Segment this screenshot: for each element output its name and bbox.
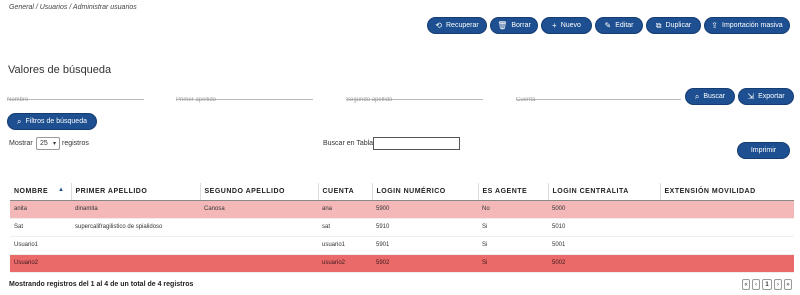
col-extension-movilidad[interactable]: EXTENSIÓN MOVILIDAD <box>660 183 794 201</box>
search-section-title: Valores de búsqueda <box>8 64 112 76</box>
pager-last-button[interactable]: » <box>784 279 792 290</box>
page-size-value: 25 <box>40 140 48 147</box>
cell-login-centralita: 5000 <box>548 200 660 219</box>
pager-prev-button[interactable]: ‹ <box>752 279 760 290</box>
importacion-label: Importación masiva <box>722 22 783 29</box>
col-primer-apellido[interactable]: PRIMER APELLIDO <box>71 183 201 201</box>
restore-icon: ⟲ <box>435 20 442 30</box>
table-header-row: NOMBRE ▲ PRIMER APELLIDO SEGUNDO APELLIDO… <box>10 183 794 201</box>
imprimir-label: Imprimir <box>750 147 777 154</box>
cell-es-agente: No <box>478 200 548 219</box>
plus-icon: + <box>552 20 557 30</box>
pager-next-button[interactable]: › <box>774 279 782 290</box>
primer-apellido-field[interactable] <box>176 97 313 103</box>
nuevo-label: Nuevo <box>560 22 581 29</box>
cell-nombre: anita <box>10 200 71 219</box>
pager-first-button[interactable]: « <box>742 279 750 290</box>
exportar-button[interactable]: ⇲ Exportar <box>738 88 794 105</box>
users-table: NOMBRE ▲ PRIMER APELLIDO SEGUNDO APELLIDO… <box>10 183 794 273</box>
export-icon: ⇲ <box>747 91 755 101</box>
cell-segundo-apellido: Canosa <box>200 200 318 219</box>
mostrar-label: Mostrar <box>9 140 33 147</box>
copy-icon: ⧉ <box>655 20 662 30</box>
buscar-label: Buscar <box>703 93 726 100</box>
primer-apellido-field-wrap <box>176 88 313 103</box>
col-segundo-apellido[interactable]: SEGUNDO APELLIDO <box>200 183 319 201</box>
search-icon: ⌕ <box>17 116 22 126</box>
cuenta-field[interactable] <box>516 97 681 103</box>
cell-login-numerico: 5910 <box>372 218 478 237</box>
col-es-agente[interactable]: ES AGENTE <box>478 183 549 201</box>
cell-cuenta: sat <box>318 218 372 237</box>
cell-primer-apellido <box>71 236 200 255</box>
cell-cuenta: ana <box>318 200 372 219</box>
recuperar-button[interactable]: ⟲ Recuperar <box>427 17 487 34</box>
cell-nombre: Usuario2 <box>10 254 71 273</box>
col-login-centralita[interactable]: LOGIN CENTRALITA <box>548 183 661 201</box>
table-search-input[interactable] <box>373 137 460 150</box>
buscar-button[interactable]: ⌕ Buscar <box>685 88 735 105</box>
table-row[interactable]: Usuario2 usuario2 5902 Si 5002 <box>10 254 794 273</box>
cell-primer-apellido: dinamita <box>71 200 200 219</box>
cell-login-numerico: 5901 <box>372 236 478 255</box>
cell-extension-movilidad <box>660 236 794 255</box>
duplicar-label: Duplicar <box>665 22 692 29</box>
borrar-button[interactable]: 🗑 Borrar <box>490 17 538 34</box>
cuenta-field-wrap <box>516 88 681 103</box>
segundo-apellido-field[interactable] <box>346 97 483 103</box>
editar-button[interactable]: ✎ Editar <box>595 17 643 34</box>
search-icon: ⌕ <box>694 91 700 101</box>
chevron-down-icon: ▾ <box>52 141 56 147</box>
cell-cuenta: usuario1 <box>318 236 372 255</box>
duplicar-button[interactable]: ⧉ Duplicar <box>646 17 701 34</box>
cell-primer-apellido: supercalifragilistico de spialidoso <box>71 218 200 237</box>
cell-login-numerico: 5900 <box>372 200 478 219</box>
col-nombre[interactable]: NOMBRE ▲ <box>10 183 72 201</box>
borrar-label: Borrar <box>511 22 531 29</box>
registros-label: registros <box>62 140 89 147</box>
table-row[interactable]: Sat supercalifragilistico de spialidoso … <box>10 218 794 237</box>
cell-cuenta: usuario2 <box>318 254 372 273</box>
importacion-masiva-button[interactable]: ⇪ Importación masiva <box>704 17 790 34</box>
sort-asc-icon: ▲ <box>58 187 65 193</box>
cell-login-centralita: 5010 <box>548 218 660 237</box>
cell-es-agente: Si <box>478 218 548 237</box>
nombre-field[interactable] <box>7 97 144 103</box>
cell-login-numerico: 5902 <box>372 254 478 273</box>
page-size-select[interactable]: 25 ▾ <box>36 137 60 150</box>
cell-segundo-apellido <box>200 218 318 237</box>
edit-icon: ✎ <box>604 20 612 30</box>
nuevo-button[interactable]: + Nuevo <box>541 17 592 34</box>
upload-icon: ⇪ <box>711 20 718 30</box>
cell-segundo-apellido <box>200 236 318 255</box>
table-row[interactable]: Usuario1 usuario1 5901 Si 5001 <box>10 236 794 255</box>
cell-es-agente: Si <box>478 254 548 273</box>
editar-label: Editar <box>615 22 634 29</box>
cell-extension-movilidad <box>660 218 794 237</box>
cell-extension-movilidad <box>660 200 794 219</box>
filtros-label: Filtros de búsqueda <box>25 118 87 125</box>
segundo-apellido-field-wrap <box>346 88 483 103</box>
table-row[interactable]: anita dinamita Canosa ana 5900 No 5000 <box>10 200 794 219</box>
cell-extension-movilidad <box>660 254 794 273</box>
cell-nombre: Sat <box>10 218 71 237</box>
records-info: Mostrando registros del 1 al 4 de un tot… <box>9 281 194 288</box>
cell-login-centralita: 5002 <box>548 254 660 273</box>
recuperar-label: Recuperar <box>446 22 479 29</box>
filtros-busqueda-button[interactable]: ⌕ Filtros de búsqueda <box>7 113 97 130</box>
breadcrumb: General / Usuarios / Administrar usuario… <box>9 4 137 11</box>
cell-primer-apellido <box>71 254 200 273</box>
pager-current-page[interactable]: 1 <box>762 279 772 290</box>
cell-segundo-apellido <box>200 254 318 273</box>
exportar-label: Exportar <box>758 93 785 100</box>
col-login-numerico[interactable]: LOGIN NUMÉRICO <box>372 183 479 201</box>
cell-es-agente: Si <box>478 236 548 255</box>
trash-icon: 🗑 <box>497 20 508 30</box>
nombre-field-wrap <box>7 88 144 103</box>
buscar-tabla-label: Buscar en Tabla: <box>323 140 376 147</box>
cell-login-centralita: 5001 <box>548 236 660 255</box>
col-cuenta[interactable]: CUENTA <box>318 183 373 201</box>
cell-nombre: Usuario1 <box>10 236 71 255</box>
imprimir-button[interactable]: Imprimir <box>737 142 790 159</box>
